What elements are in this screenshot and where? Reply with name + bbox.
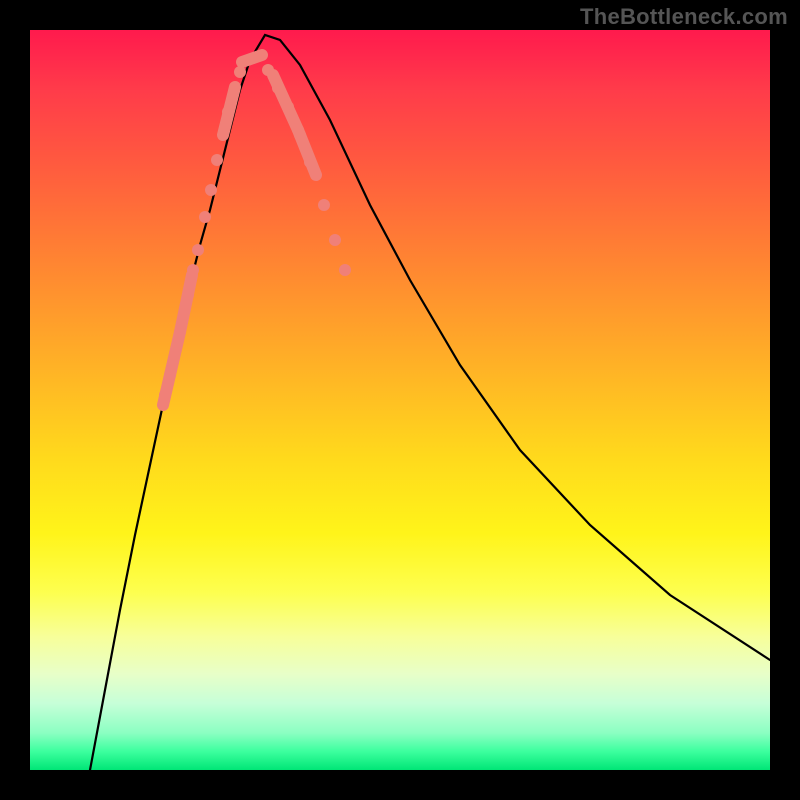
highlight-point [234,66,246,78]
highlight-point [205,184,217,196]
highlight-point [294,129,306,141]
highlighted-points [159,64,351,401]
highlight-segment [180,275,192,332]
highlight-point [329,234,341,246]
highlight-point [272,82,284,94]
highlight-point [164,369,176,381]
highlight-point [262,64,274,76]
highlight-point [159,389,171,401]
highlight-point [339,264,351,276]
highlight-point [222,106,234,118]
highlight-point [187,264,199,276]
highlight-point [199,211,211,223]
highlight-point [211,154,223,166]
highlight-point [304,156,316,168]
highlight-point [318,199,330,211]
watermark-text: TheBottleneck.com [580,4,788,30]
chart-area [30,30,770,770]
highlight-point [192,244,204,256]
highlight-segment [242,55,262,62]
bottleneck-curve [90,35,770,770]
chart-svg [30,30,770,770]
highlight-point [182,289,194,301]
highlight-point [282,101,294,113]
